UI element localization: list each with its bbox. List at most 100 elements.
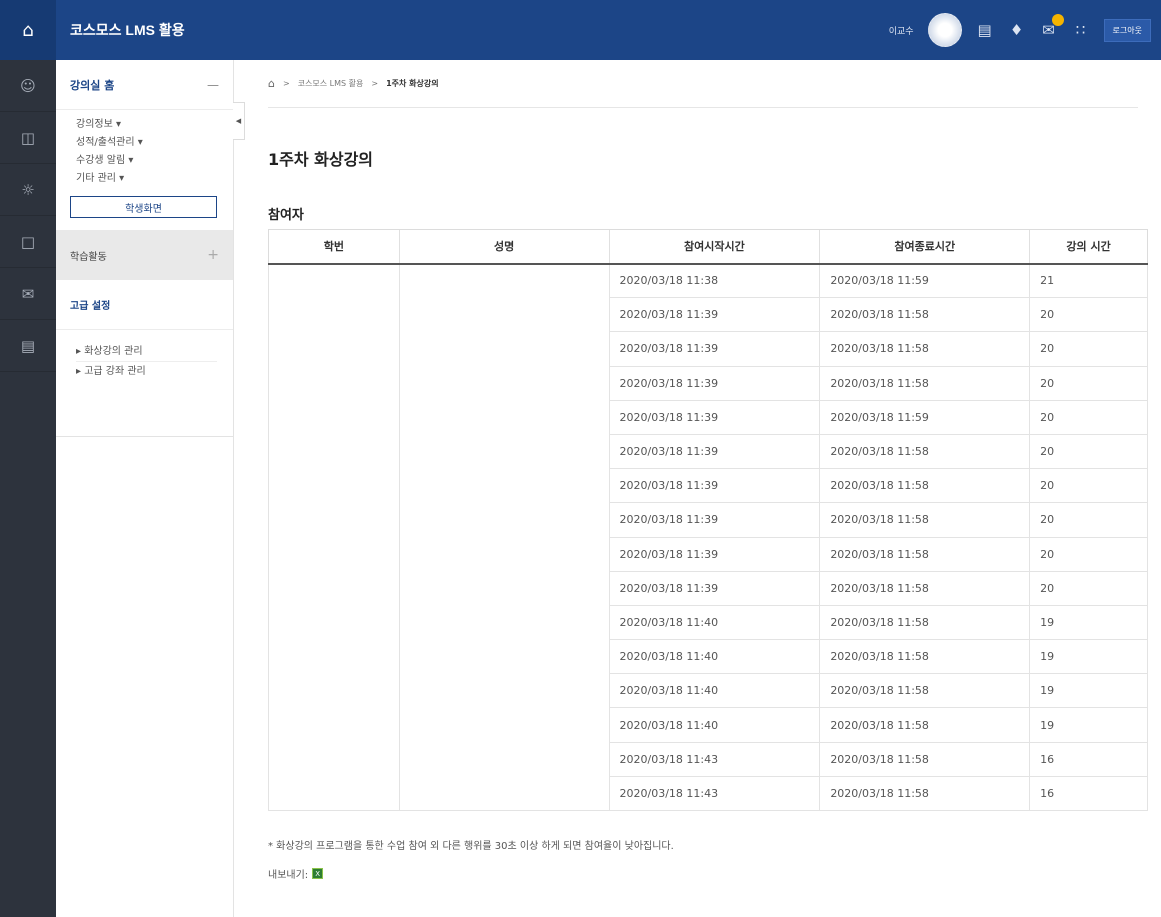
cell-lecture-duration: 20 xyxy=(1029,434,1148,470)
people-icon[interactable]: ☼ xyxy=(0,164,56,216)
student-view-button[interactable]: 학생화면 xyxy=(70,196,217,218)
cell-end-time: 2020/03/18 11:58 xyxy=(819,571,1030,606)
cell-start-time: 2020/03/18 11:39 xyxy=(608,366,820,401)
user-name[interactable]: 이교수 xyxy=(889,24,914,37)
cell-name xyxy=(398,639,610,674)
book-icon[interactable]: ◫ xyxy=(0,112,56,164)
cell-start-time: 2020/03/18 11:38 xyxy=(608,263,820,299)
column-start-time[interactable]: 참여시작시간 xyxy=(608,229,820,265)
menu-student-notice[interactable]: 수강생 알림 ▾ xyxy=(76,152,233,170)
course-home-header[interactable]: 강의실 홈 — xyxy=(56,60,233,110)
mail-icon[interactable]: ✉ xyxy=(0,268,56,320)
panel-divider xyxy=(56,436,233,437)
avatar[interactable] xyxy=(927,13,962,47)
panel-collapse-toggle[interactable]: ◀ xyxy=(233,102,245,140)
table-header-row: 학번 성명 참여시작시간 참여종료시간 강의 시간 xyxy=(268,229,1148,265)
cell-student-id xyxy=(268,707,400,743)
cell-name xyxy=(398,571,610,606)
cell-student-id xyxy=(268,434,400,469)
cell-lecture-duration: 21 xyxy=(1029,263,1148,299)
cell-start-time: 2020/03/18 11:40 xyxy=(608,639,820,675)
icon-rail: ☺ ◫ ☼ □ ✉ ▤ xyxy=(0,60,56,917)
menu-video-lecture-management[interactable]: ▸ 화상강의 관리 xyxy=(76,342,217,362)
table-row: 2020/03/18 11:40 2020/03/18 11:58 19 xyxy=(268,707,1148,743)
excel-export-icon[interactable]: X xyxy=(312,868,324,879)
logout-button[interactable]: 로그아웃 xyxy=(1103,18,1151,42)
course-menu: 강의정보 ▾ 성적/출석관리 ▾ 수강생 알림 ▾ 기타 관리 ▾ xyxy=(56,110,233,188)
person-icon[interactable]: ☺ xyxy=(0,60,56,112)
cell-end-time: 2020/03/18 11:58 xyxy=(819,537,1030,572)
course-home-title[interactable]: 강의실 홈 xyxy=(70,77,114,93)
cell-start-time: 2020/03/18 11:39 xyxy=(608,331,820,367)
cell-end-time: 2020/03/18 11:59 xyxy=(819,263,1030,299)
expand-plus-icon[interactable]: + xyxy=(207,247,219,263)
breadcrumb-home-icon[interactable]: ⌂ xyxy=(268,77,275,90)
menu-course-info[interactable]: 강의정보 ▾ xyxy=(76,116,233,134)
course-brand[interactable]: 코스모스 LMS 활용 xyxy=(70,20,185,40)
cell-student-id xyxy=(268,776,400,812)
cell-end-time: 2020/03/18 11:58 xyxy=(819,639,1030,675)
page-title: 1주차 화상강의 xyxy=(268,150,374,169)
cell-name xyxy=(398,776,610,812)
menu-grade-attendance[interactable]: 성적/출석관리 ▾ xyxy=(76,134,233,152)
cell-lecture-duration: 19 xyxy=(1029,605,1148,641)
column-name[interactable]: 성명 xyxy=(398,229,610,265)
table-row: 2020/03/18 11:40 2020/03/18 11:58 19 xyxy=(268,605,1148,641)
table-row: 2020/03/18 11:39 2020/03/18 11:58 20 xyxy=(268,571,1148,606)
cell-end-time: 2020/03/18 11:58 xyxy=(819,605,1030,641)
column-student-id[interactable]: 학번 xyxy=(268,229,400,265)
export-row: 내보내기: X xyxy=(268,866,1148,881)
cell-lecture-duration: 19 xyxy=(1029,639,1148,675)
cell-student-id xyxy=(268,263,400,298)
cell-start-time: 2020/03/18 11:39 xyxy=(608,571,820,606)
cell-end-time: 2020/03/18 11:59 xyxy=(819,400,1030,435)
cell-student-id xyxy=(268,366,400,401)
learning-activity-header[interactable]: 학습활동 + xyxy=(56,230,233,280)
cell-end-time: 2020/03/18 11:58 xyxy=(819,502,1030,538)
navbar-right: 이교수 ▤ ♦ ✉ ∷ 로그아웃 xyxy=(889,0,1151,60)
column-lecture-duration[interactable]: 강의 시간 xyxy=(1029,229,1148,265)
map-icon[interactable]: ▤ xyxy=(0,320,56,372)
cell-name xyxy=(398,605,610,640)
screen-icon[interactable]: ▤ xyxy=(976,21,994,39)
cell-student-id xyxy=(268,468,400,503)
main-content: ⌂ > 코스모스 LMS 활용 > 1주차 화상강의 1주차 화상강의 참여자 … xyxy=(268,60,1148,881)
advanced-settings-list: ▸ 화상강의 관리 ▸ 고급 강좌 관리 xyxy=(56,330,233,382)
collapse-minus-icon[interactable]: — xyxy=(207,78,219,92)
cell-lecture-duration: 20 xyxy=(1029,468,1148,504)
open-book-icon[interactable]: □ xyxy=(0,216,56,268)
bell-icon[interactable]: ♦ xyxy=(1008,21,1026,39)
table-row: 2020/03/18 11:43 2020/03/18 11:58 16 xyxy=(268,776,1148,812)
breadcrumb-separator: > xyxy=(371,79,379,88)
table-row: 2020/03/18 11:39 2020/03/18 11:58 20 xyxy=(268,537,1148,572)
breadcrumb-course[interactable]: 코스모스 LMS 활용 xyxy=(298,78,364,89)
column-end-time[interactable]: 참여종료시간 xyxy=(819,229,1030,265)
cell-name xyxy=(398,468,610,503)
message-icon[interactable]: ✉ xyxy=(1040,14,1064,39)
cell-lecture-duration: 20 xyxy=(1029,400,1148,435)
cell-end-time: 2020/03/18 11:58 xyxy=(819,468,1030,504)
cell-end-time: 2020/03/18 11:58 xyxy=(819,742,1030,777)
menu-other-management[interactable]: 기타 관리 ▾ xyxy=(76,170,233,188)
cell-start-time: 2020/03/18 11:40 xyxy=(608,707,820,743)
cell-start-time: 2020/03/18 11:39 xyxy=(608,400,820,435)
home-icon[interactable]: ⌂ xyxy=(0,0,56,60)
cell-name xyxy=(398,673,610,708)
table-row: 2020/03/18 11:38 2020/03/18 11:59 21 xyxy=(268,263,1148,299)
cell-lecture-duration: 20 xyxy=(1029,571,1148,606)
cell-start-time: 2020/03/18 11:39 xyxy=(608,434,820,470)
cell-end-time: 2020/03/18 11:58 xyxy=(819,707,1030,743)
cell-name xyxy=(398,537,610,572)
cell-lecture-duration: 20 xyxy=(1029,366,1148,401)
apps-grid-icon[interactable]: ∷ xyxy=(1072,21,1090,39)
cell-start-time: 2020/03/18 11:43 xyxy=(608,742,820,777)
menu-advanced-course-management[interactable]: ▸ 고급 강좌 관리 xyxy=(76,362,217,382)
cell-lecture-duration: 20 xyxy=(1029,331,1148,367)
notification-badge xyxy=(1051,14,1064,26)
breadcrumb-separator: > xyxy=(282,79,290,88)
cell-name xyxy=(398,331,610,367)
table-row: 2020/03/18 11:39 2020/03/18 11:59 20 xyxy=(268,400,1148,435)
cell-student-id xyxy=(268,639,400,674)
cell-student-id xyxy=(268,331,400,367)
participants-table: 학번 성명 참여시작시간 참여종료시간 강의 시간 2020/03/18 11:… xyxy=(268,229,1148,812)
